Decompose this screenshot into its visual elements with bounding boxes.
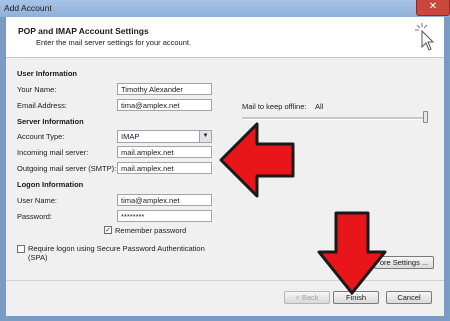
user-name-label: User Name: xyxy=(17,196,58,205)
header-subtitle: Enter the mail server settings for your … xyxy=(36,38,192,47)
offline-slider-handle[interactable] xyxy=(423,111,428,123)
remember-password-checkbox[interactable]: ✓ xyxy=(104,226,112,234)
window-titlebar: Add Account ✕ xyxy=(0,0,450,17)
email-address-label: Email Address: xyxy=(17,101,68,110)
email-address-input[interactable]: tima@amplex.net xyxy=(117,99,212,111)
user-info-heading: User Information xyxy=(17,69,78,78)
account-type-label: Account Type: xyxy=(17,132,65,141)
spa-checkbox[interactable] xyxy=(17,245,25,253)
account-type-select[interactable]: IMAP ▼ xyxy=(117,130,212,143)
down-arrow-annotation-icon xyxy=(317,211,387,295)
offline-label: Mail to keep offline: xyxy=(242,102,307,111)
dialog-header: POP and IMAP Account Settings Enter the … xyxy=(6,17,444,58)
server-info-heading: Server Information xyxy=(17,117,84,126)
your-name-input[interactable]: Timothy Alexander xyxy=(117,83,212,95)
offline-value: All xyxy=(315,102,324,111)
incoming-server-input[interactable]: mail.amplex.net xyxy=(117,146,212,158)
incoming-server-label: Incoming mail server: xyxy=(17,148,89,157)
logon-info-heading: Logon Information xyxy=(17,180,84,189)
click-cursor-icon xyxy=(415,23,435,51)
user-name-input[interactable]: tima@amplex.net xyxy=(117,194,212,206)
outgoing-server-input[interactable]: mail.amplex.net xyxy=(117,162,212,174)
password-input[interactable]: ******** xyxy=(117,210,212,222)
header-title: POP and IMAP Account Settings xyxy=(18,26,149,36)
password-label: Password: xyxy=(17,212,53,221)
remember-password-label: Remember password xyxy=(115,226,187,235)
chevron-down-icon[interactable]: ▼ xyxy=(199,131,211,142)
left-arrow-annotation-icon xyxy=(219,122,295,198)
account-type-value: IMAP xyxy=(121,132,140,141)
your-name-label: Your Name: xyxy=(17,85,57,94)
window-title: Add Account xyxy=(4,3,52,13)
cancel-button[interactable]: Cancel xyxy=(386,291,432,304)
spa-label: Require logon using Secure Password Auth… xyxy=(28,244,205,262)
close-button[interactable]: ✕ xyxy=(416,0,450,16)
outgoing-server-label: Outgoing mail server (SMTP): xyxy=(17,164,117,173)
